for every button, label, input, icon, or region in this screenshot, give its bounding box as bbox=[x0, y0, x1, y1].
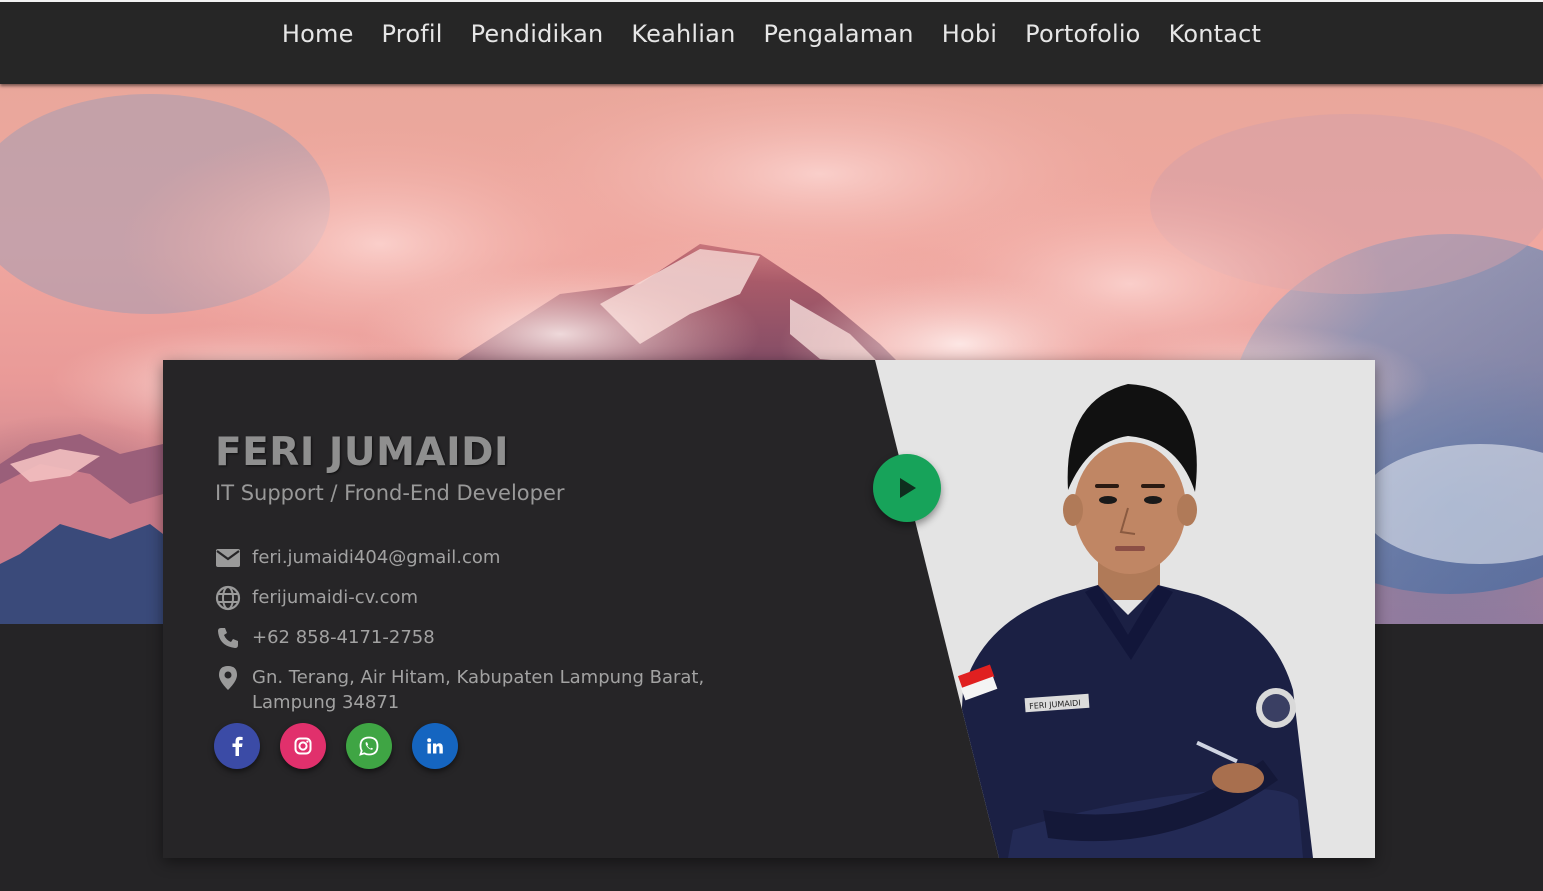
profile-name: FERI JUMAIDI bbox=[215, 430, 509, 475]
facebook-button[interactable] bbox=[214, 723, 260, 769]
instagram-button[interactable] bbox=[280, 723, 326, 769]
email-text[interactable]: feri.jumaidi404@gmail.com bbox=[252, 545, 500, 570]
play-icon bbox=[900, 478, 916, 498]
linkedin-button[interactable] bbox=[412, 723, 458, 769]
play-video-button[interactable] bbox=[873, 454, 941, 522]
whatsapp-icon bbox=[359, 736, 379, 756]
website-text[interactable]: ferijumaidi-cv.com bbox=[252, 585, 418, 610]
nav-pengalaman[interactable]: Pengalaman bbox=[764, 20, 914, 48]
address-text: Gn. Terang, Air Hitam, Kabupaten Lampung… bbox=[252, 665, 704, 715]
location-pin-icon bbox=[215, 665, 241, 691]
instagram-icon bbox=[294, 737, 312, 755]
main-nav: Home Profil Pendidikan Keahlian Pengalam… bbox=[0, 20, 1543, 48]
nav-portofolio[interactable]: Portofolio bbox=[1025, 20, 1140, 48]
contact-address: Gn. Terang, Air Hitam, Kabupaten Lampung… bbox=[215, 665, 735, 715]
contact-list: feri.jumaidi404@gmail.com ferijumaidi-cv… bbox=[215, 545, 735, 729]
globe-icon bbox=[215, 585, 241, 611]
whatsapp-button[interactable] bbox=[346, 723, 392, 769]
phone-icon bbox=[215, 625, 241, 651]
nav-home[interactable]: Home bbox=[282, 20, 354, 48]
email-icon bbox=[215, 545, 241, 571]
address-line-1: Gn. Terang, Air Hitam, Kabupaten Lampung… bbox=[252, 667, 705, 688]
social-links bbox=[214, 723, 458, 769]
top-navbar: Home Profil Pendidikan Keahlian Pengalam… bbox=[0, 0, 1543, 84]
facebook-icon bbox=[232, 736, 243, 756]
profile-card: FERI JUMAIDI FERI JUMAIDI IT Support / F bbox=[163, 360, 1375, 858]
profile-role: IT Support / Frond-End Developer bbox=[215, 481, 565, 505]
linkedin-icon bbox=[427, 738, 443, 754]
address-line-2: Lampung 34871 bbox=[252, 692, 400, 713]
nav-kontact[interactable]: Kontact bbox=[1169, 20, 1262, 48]
nav-hobi[interactable]: Hobi bbox=[942, 20, 997, 48]
contact-website: ferijumaidi-cv.com bbox=[215, 585, 735, 611]
contact-email: feri.jumaidi404@gmail.com bbox=[215, 545, 735, 571]
contact-phone: +62 858-4171-2758 bbox=[215, 625, 735, 651]
nav-pendidikan[interactable]: Pendidikan bbox=[471, 20, 604, 48]
nav-profil[interactable]: Profil bbox=[382, 20, 443, 48]
nav-keahlian[interactable]: Keahlian bbox=[631, 20, 735, 48]
phone-text[interactable]: +62 858-4171-2758 bbox=[252, 625, 435, 650]
